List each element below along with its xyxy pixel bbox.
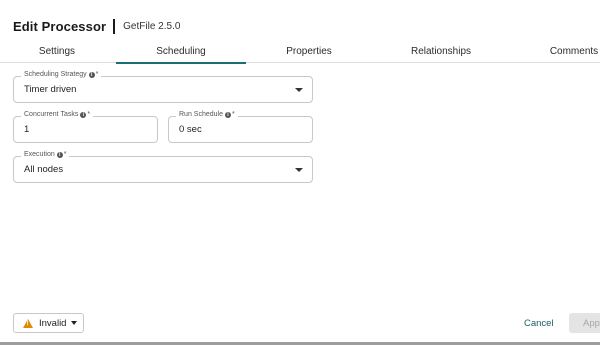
execution-select[interactable]: Execution i * All nodes xyxy=(13,151,313,183)
edit-processor-dialog: Edit Processor GetFile 2.5.0 Settings Sc… xyxy=(0,0,600,345)
validation-status-label: Invalid xyxy=(39,317,67,329)
tab-relationships[interactable]: Relationships xyxy=(400,40,482,63)
run-schedule-value: 0 sec xyxy=(179,124,202,135)
tab-scheduling[interactable]: Scheduling xyxy=(116,40,246,64)
tab-bar: Settings Scheduling Properties Relations… xyxy=(0,40,600,64)
concurrent-tasks-input[interactable]: Concurrent Tasks i * 1 xyxy=(13,111,158,143)
info-icon[interactable]: i xyxy=(88,71,95,78)
concurrent-tasks-value: 1 xyxy=(24,124,30,135)
scheduling-strategy-select[interactable]: Scheduling Strategy i * Timer driven xyxy=(13,71,313,103)
dialog-header: Edit Processor GetFile 2.5.0 xyxy=(13,16,180,36)
required-marker: * xyxy=(63,151,67,158)
apply-button[interactable]: Apply xyxy=(569,313,600,333)
info-icon[interactable]: i xyxy=(80,111,87,118)
required-marker: * xyxy=(87,111,91,118)
scheduling-strategy-value: Timer driven xyxy=(24,84,77,95)
chevron-down-icon xyxy=(71,321,78,325)
run-schedule-input[interactable]: Run Schedule i * 0 sec xyxy=(168,111,313,143)
info-icon[interactable]: i xyxy=(224,111,231,118)
tab-comments[interactable]: Comments xyxy=(540,40,600,63)
required-marker: * xyxy=(231,111,235,118)
chevron-down-icon[interactable] xyxy=(295,167,303,172)
chevron-down-icon[interactable] xyxy=(295,87,303,92)
concurrent-tasks-label: Concurrent Tasks i * xyxy=(21,111,94,118)
processor-type-version: GetFile 2.5.0 xyxy=(123,20,181,32)
required-marker: * xyxy=(95,71,99,78)
tab-properties[interactable]: Properties xyxy=(270,40,348,63)
dialog-title: Edit Processor xyxy=(13,18,107,34)
warning-icon xyxy=(23,318,33,328)
tab-settings[interactable]: Settings xyxy=(24,40,90,63)
validation-status-button[interactable]: Invalid xyxy=(13,313,84,333)
cancel-button[interactable]: Cancel xyxy=(524,315,554,332)
title-divider xyxy=(113,18,116,34)
execution-value: All nodes xyxy=(24,164,64,175)
